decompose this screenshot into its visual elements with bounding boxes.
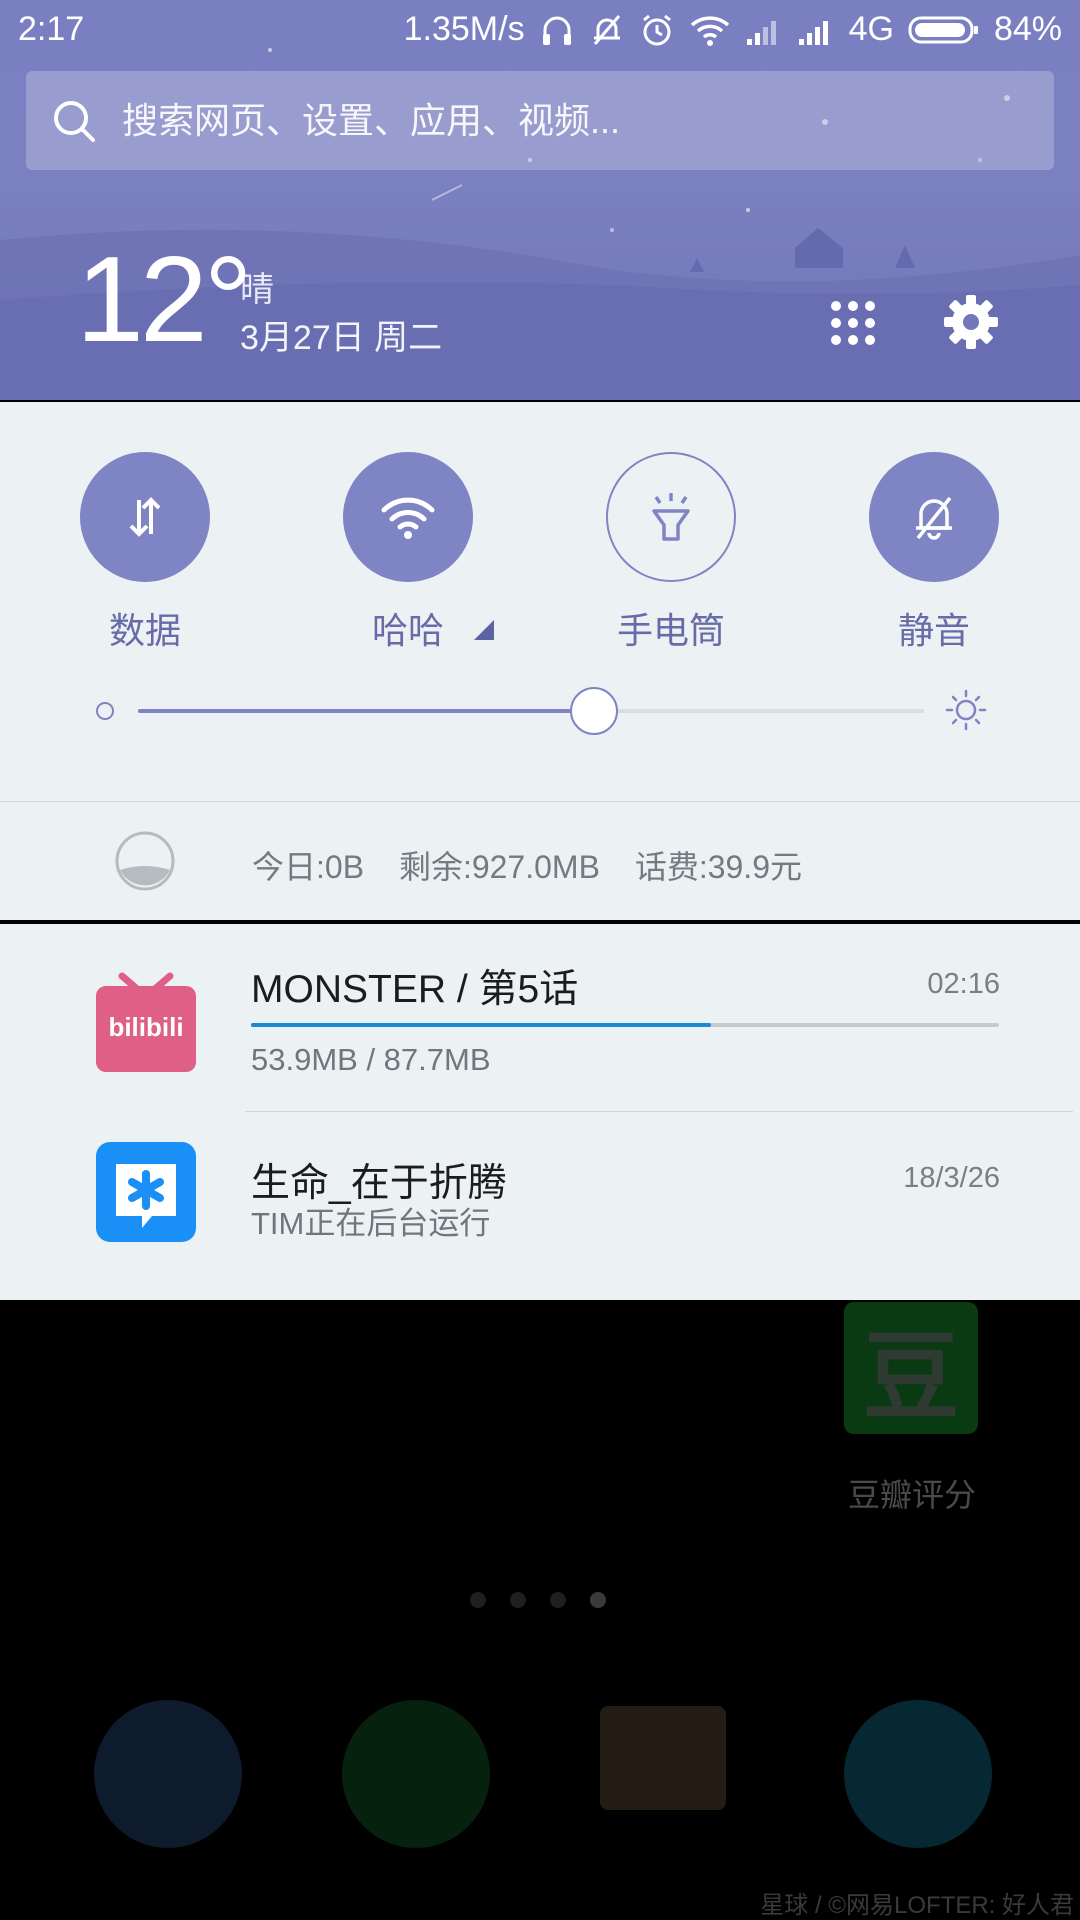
wifi-status-icon — [690, 15, 729, 46]
bilibili-logo-text: bilibili — [108, 1012, 183, 1042]
download-progress — [251, 1023, 999, 1027]
page-indicator — [470, 1592, 606, 1608]
brightness-track[interactable] — [138, 687, 924, 735]
notification-title: MONSTER / 第5话 — [251, 968, 579, 1011]
douban-app-icon[interactable]: 豆 — [844, 1302, 978, 1434]
notification-time: 02:16 — [927, 968, 1000, 1000]
data-arrows-icon — [129, 497, 161, 537]
page-dot — [470, 1592, 486, 1608]
toggle-flashlight-label: 手电筒 — [616, 610, 725, 651]
brightness-knob[interactable] — [569, 687, 618, 735]
toggle-data-label: 数据 — [108, 610, 181, 651]
download-progress-fill — [251, 1023, 712, 1027]
signal-sim1-icon — [746, 20, 776, 45]
notification-time: 18/3/26 — [903, 1162, 1000, 1194]
phone-app-icon[interactable] — [342, 1700, 490, 1848]
brightness-fill — [138, 709, 594, 713]
battery-percent: 84% — [993, 10, 1062, 48]
toggle-mute[interactable] — [869, 452, 999, 582]
data-usage-row[interactable]: 今日:0B 剩余:927.0MB 话费:39.9元 — [0, 802, 1080, 920]
expand-triangle-icon[interactable] — [474, 620, 494, 640]
data-today: 今日:0B — [252, 849, 365, 885]
weather-temperature: 12° — [76, 231, 252, 367]
watermark: 星球 / ©网易LOFTER: 好人君 — [760, 1892, 1074, 1919]
notification-subtitle: TIM正在后台运行 — [251, 1206, 491, 1241]
notification-bilibili[interactable]: bilibili MONSTER / 第5话 02:16 53.9MB / 87… — [0, 924, 1080, 1111]
search-input[interactable] — [122, 99, 1054, 142]
browser-app-icon[interactable] — [844, 1700, 992, 1848]
network-type: 4G — [848, 10, 894, 48]
network-speed: 1.35M/s — [403, 10, 525, 48]
toggle-data[interactable] — [80, 452, 210, 582]
toggle-flashlight[interactable] — [606, 452, 736, 582]
page-dot — [510, 1592, 526, 1608]
flashlight-icon — [652, 493, 690, 541]
notification-tim[interactable]: 生命_在于折腾 18/3/26 TIM正在后台运行 — [0, 1112, 1080, 1300]
headphones-icon — [542, 16, 571, 45]
status-icons: 1.35M/s 4G 84% — [404, 10, 1062, 49]
wifi-icon — [381, 497, 435, 539]
brightness-slider[interactable] — [0, 682, 1080, 742]
app-grid-icon[interactable] — [830, 300, 876, 346]
toggle-wifi[interactable] — [343, 452, 473, 582]
notification-subtitle: 53.9MB / 87.7MB — [251, 1042, 491, 1077]
messages-app-icon[interactable] — [600, 1706, 726, 1810]
data-balance: 话费:39.9元 — [634, 849, 802, 885]
signal-sim2-icon — [798, 20, 828, 45]
douban-app-label: 豆瓣评分 — [847, 1477, 976, 1513]
toggle-mute-label: 静音 — [897, 610, 970, 651]
status-time: 2:17 — [18, 10, 85, 48]
search-icon — [54, 100, 95, 142]
data-remaining: 剩余:927.0MB — [398, 849, 600, 885]
brightness-low-icon — [96, 702, 114, 720]
bell-mute-icon — [916, 496, 952, 540]
brightness-high-icon — [945, 689, 987, 731]
gear-icon[interactable] — [942, 293, 1000, 351]
battery-icon — [908, 16, 978, 43]
douban-glyph: 豆 — [863, 1323, 959, 1431]
tim-app-icon — [96, 1142, 196, 1242]
bilibili-app-icon: bilibili — [96, 972, 196, 1072]
alarm-icon — [642, 14, 671, 45]
status-bar: 2:17 1.35M/s 4G 84% — [0, 0, 1080, 60]
data-usage-text: 今日:0B 剩余:927.0MB 话费:39.9元 — [252, 842, 828, 888]
bell-mute-icon — [593, 14, 620, 45]
weather-date: 3月27日 周二 — [240, 319, 443, 357]
notification-header: 2:17 1.35M/s 4G 84% 搜索网页、设置、应用、视频... 12°… — [0, 0, 1080, 400]
page-dot-active — [590, 1592, 606, 1608]
search-bar[interactable] — [26, 71, 1054, 170]
quick-settings-panel: 数据 哈哈 手电筒 静音 今日:0B 剩余:927.0MB 话费:39.9元 — [0, 402, 1080, 920]
notification-list: bilibili MONSTER / 第5话 02:16 53.9MB / 87… — [0, 924, 1080, 1300]
weather-condition: 晴 — [240, 271, 274, 309]
page-dot — [550, 1592, 566, 1608]
contacts-app-icon[interactable] — [94, 1700, 242, 1848]
data-usage-icon — [115, 831, 175, 891]
